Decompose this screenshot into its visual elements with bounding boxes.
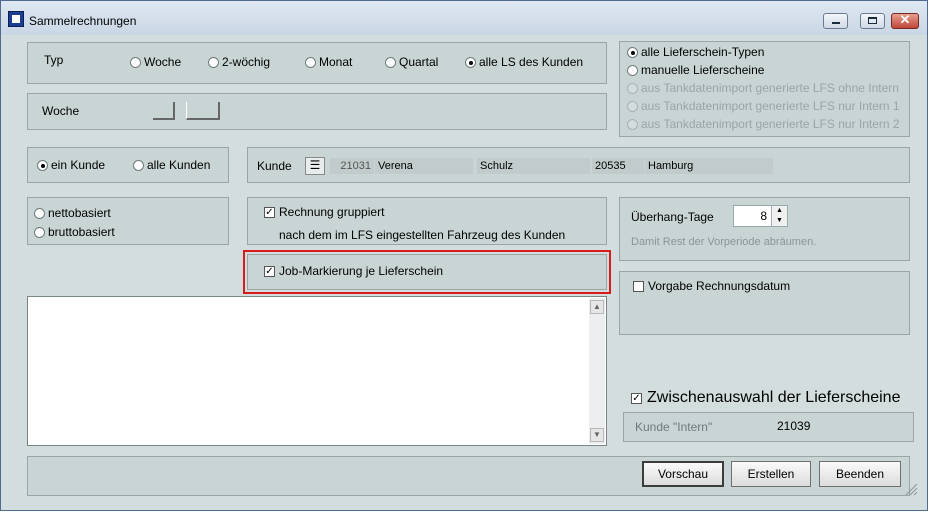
app-icon <box>8 11 24 27</box>
kunde-nummer-field: 21031 <box>330 158 374 174</box>
basis-panel: nettobasiert bruttobasiert <box>27 197 229 245</box>
typ-option-woche-label: Woche <box>144 55 182 69</box>
maximize-icon <box>868 17 877 24</box>
minimize-button[interactable] <box>823 13 848 29</box>
lfs-option-tank-ohne-intern-label: aus Tankdatenimport generierte LFS ohne … <box>641 81 899 95</box>
zwischenauswahl-checkbox[interactable]: ✓ <box>631 393 642 404</box>
lieferschein-typen-panel: alle Lieferschein-Typen manuelle Liefers… <box>619 41 910 137</box>
typ-radio-2woechig[interactable] <box>208 57 219 68</box>
ein-kunde-label: ein Kunde <box>51 158 106 172</box>
list-icon[interactable]: ☰ <box>305 157 325 175</box>
ueberhang-hint: Damit Rest der Vorperiode abräumen. <box>631 236 817 248</box>
kunde-ort-field: Hamburg <box>645 158 773 174</box>
kunde-nachname-field: Schulz <box>477 158 590 174</box>
gruppierung-description: nach dem im LFS eingestellten Fahrzeug d… <box>279 228 566 242</box>
lfs-option-alle-label: alle Lieferschein-Typen <box>641 45 765 59</box>
kunde-plz-field: 20535 <box>592 158 644 174</box>
typ-radio-quartal[interactable] <box>385 57 396 68</box>
kunde-intern-value: 21039 <box>777 419 811 433</box>
close-button[interactable]: ✕ <box>891 12 919 29</box>
kunde-panel: Kunde ☰ 21031 Verena Schulz 20535 Hambur… <box>247 147 910 183</box>
spin-up-icon[interactable]: ▲ <box>771 206 787 216</box>
spin-down-icon[interactable]: ▼ <box>771 216 787 226</box>
ueberhang-label: Überhang-Tage <box>631 210 714 224</box>
gruppierung-panel: ✓ Rechnung gruppiert nach dem im LFS ein… <box>247 197 607 245</box>
radio-ein-kunde[interactable] <box>37 160 48 171</box>
ueberhang-spinner[interactable]: 8 ▲ ▼ <box>733 205 788 227</box>
typ-radio-alle-ls[interactable] <box>465 57 476 68</box>
minimize-icon <box>832 22 840 24</box>
typ-option-monat-label: Monat <box>319 55 353 69</box>
typ-option-alle-ls-label: alle LS des Kunden <box>479 55 584 69</box>
woche-start-field[interactable] <box>153 102 175 120</box>
radio-bruttobasiert[interactable] <box>34 227 45 238</box>
beenden-button[interactable]: Beenden <box>819 461 901 487</box>
kunde-intern-panel: Kunde "Intern" 21039 <box>623 412 914 442</box>
resize-grip-icon[interactable] <box>904 482 918 496</box>
lfs-option-manuell-label: manuelle Lieferscheine <box>641 63 765 77</box>
kunden-auswahl-panel: ein Kunde alle Kunden <box>27 147 229 183</box>
notes-textarea[interactable]: ▲ ▼ <box>27 296 607 446</box>
lfs-radio-tank-intern-2[interactable] <box>627 119 638 130</box>
ueberhang-value: 8 <box>760 209 767 223</box>
main-window: Sammelrechnungen ✕ Typ Woche 2-wöchig Mo… <box>0 0 928 511</box>
lfs-radio-manuell[interactable] <box>627 65 638 76</box>
lfs-option-tank-intern-2-label: aus Tankdatenimport generierte LFS nur I… <box>641 117 900 131</box>
title-bar: Sammelrechnungen ✕ <box>1 1 927 35</box>
rechnungsdatum-panel: Vorgabe Rechnungsdatum <box>619 271 910 335</box>
kunde-label: Kunde <box>257 159 292 173</box>
kunde-intern-label: Kunde "Intern" <box>635 420 713 434</box>
kunde-vorname-field: Verena <box>375 158 473 174</box>
lfs-radio-tank-ohne-intern[interactable] <box>627 83 638 94</box>
rechnungsdatum-label: Vorgabe Rechnungsdatum <box>648 279 791 293</box>
vorschau-button[interactable]: Vorschau <box>642 461 724 487</box>
typ-label: Typ <box>44 53 64 67</box>
maximize-button[interactable] <box>860 13 885 29</box>
scroll-down-icon[interactable]: ▼ <box>590 428 604 442</box>
typ-radio-monat[interactable] <box>305 57 316 68</box>
woche-panel: Woche <box>27 93 607 130</box>
erstellen-button[interactable]: Erstellen <box>731 461 811 487</box>
scroll-up-icon[interactable]: ▲ <box>590 300 604 314</box>
alle-kunden-label: alle Kunden <box>147 158 211 172</box>
typ-panel: Typ Woche 2-wöchig Monat Quartal alle LS… <box>27 42 607 84</box>
woche-end-field[interactable] <box>186 102 220 120</box>
radio-nettobasiert[interactable] <box>34 208 45 219</box>
highlight-box <box>243 250 611 294</box>
rechnungsdatum-checkbox[interactable] <box>633 281 644 292</box>
lfs-radio-alle[interactable] <box>627 47 638 58</box>
typ-option-quartal-label: Quartal <box>399 55 439 69</box>
typ-radio-woche[interactable] <box>130 57 141 68</box>
close-icon: ✕ <box>899 12 911 27</box>
woche-label: Woche <box>42 104 80 118</box>
radio-alle-kunden[interactable] <box>133 160 144 171</box>
vertical-scrollbar[interactable]: ▲ ▼ <box>589 298 605 444</box>
nettobasiert-label: nettobasiert <box>48 206 111 220</box>
bruttobasiert-label: bruttobasiert <box>48 225 115 239</box>
lfs-option-tank-intern-1-label: aus Tankdatenimport generierte LFS nur I… <box>641 99 900 113</box>
window-title: Sammelrechnungen <box>29 14 137 28</box>
zwischenauswahl-label: Zwischenauswahl der Lieferscheine <box>647 389 901 406</box>
rechnung-gruppiert-checkbox[interactable]: ✓ <box>264 207 275 218</box>
lfs-radio-tank-intern-1[interactable] <box>627 101 638 112</box>
typ-option-2woechig-label: 2-wöchig <box>222 55 271 69</box>
rechnung-gruppiert-label: Rechnung gruppiert <box>279 205 385 219</box>
